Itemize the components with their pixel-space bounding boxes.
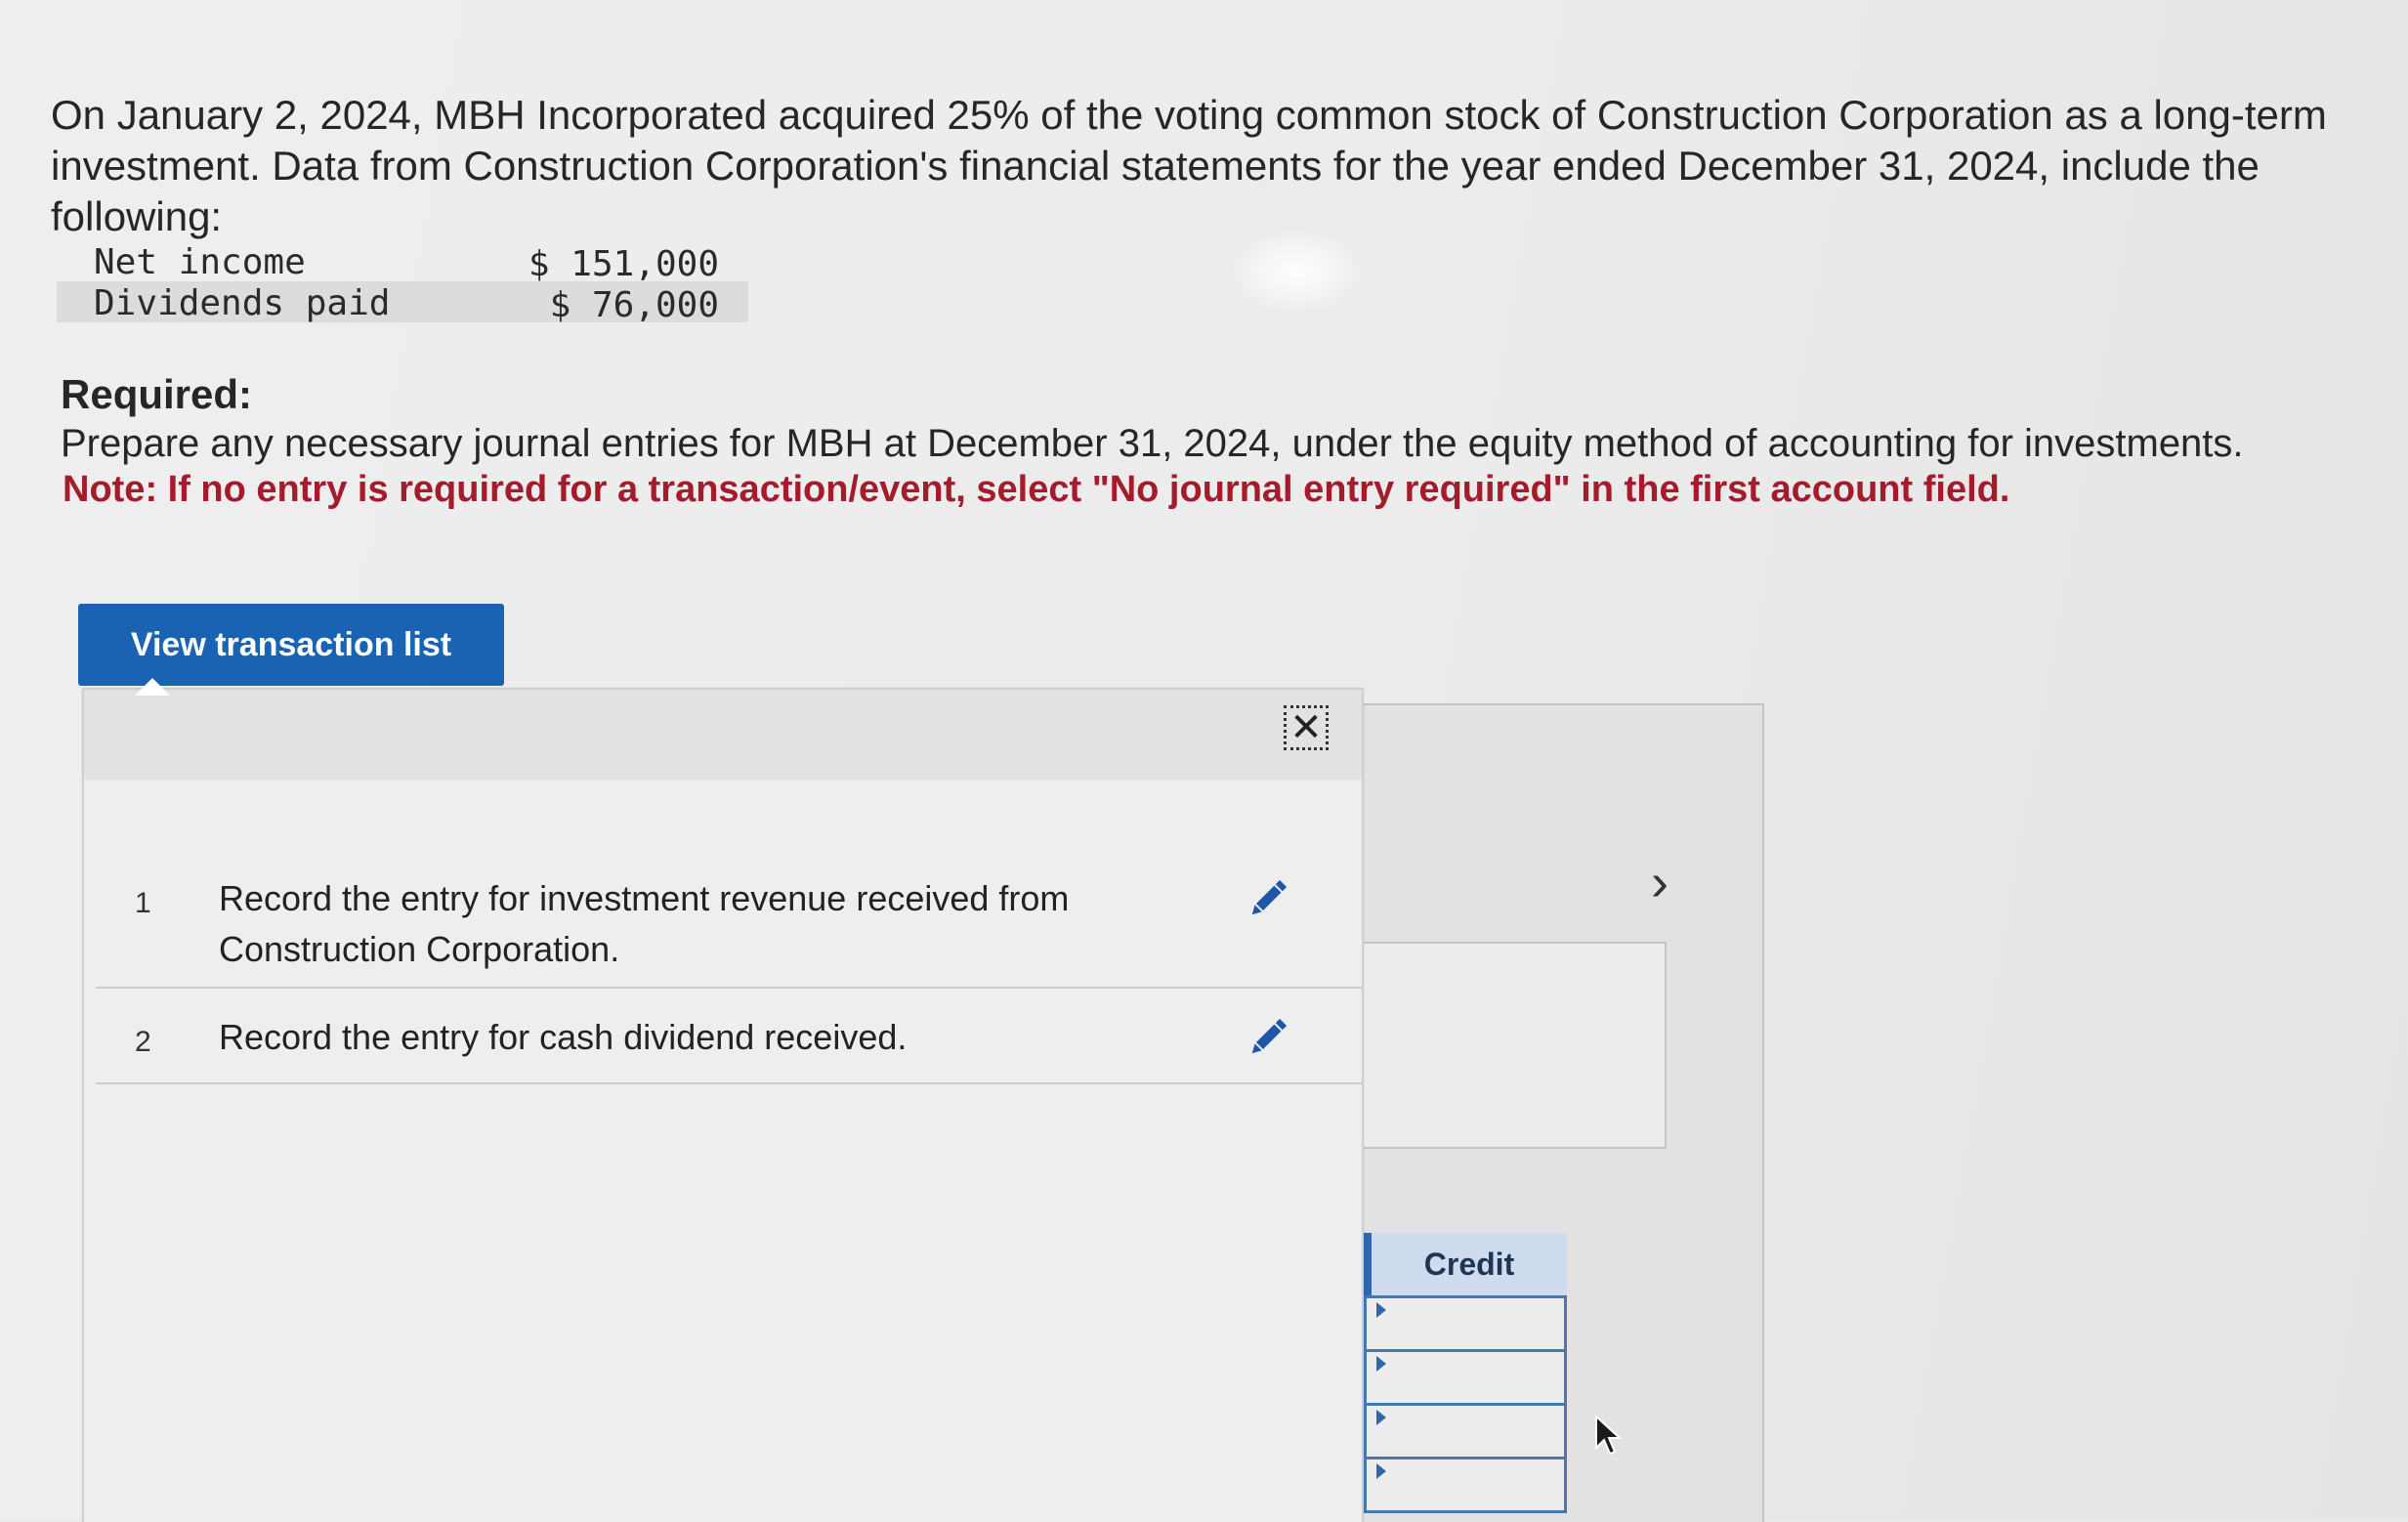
transaction-description: Record the entry for investment revenue … [219, 878, 1070, 969]
cell-marker-icon [1376, 1410, 1386, 1425]
required-note: Note: If no entry is required for a tran… [63, 469, 2010, 510]
data-row-net-income: Net income $ 151,000 [57, 240, 748, 284]
financial-data-table: Net income $ 151,000 Dividends paid $ 76… [57, 240, 748, 325]
data-label: Dividends paid [94, 283, 391, 323]
transaction-row[interactable]: 1 Record the entry for investment revenu… [96, 866, 1362, 989]
required-text: Prepare any necessary journal entries fo… [61, 422, 2244, 465]
view-transaction-list-button[interactable]: View transaction list [78, 604, 504, 686]
cell-marker-icon [1376, 1302, 1386, 1318]
data-value: $ 76,000 [549, 285, 719, 325]
data-value: $ 151,000 [528, 244, 719, 284]
screen-glare [1233, 233, 1360, 311]
transaction-number: 1 [135, 887, 151, 919]
pencil-edit-icon[interactable] [1245, 875, 1291, 922]
close-icon[interactable]: ✕ [1284, 705, 1329, 750]
data-label: Net income [94, 242, 306, 282]
popup-pointer [135, 678, 170, 696]
cell-marker-icon [1376, 1356, 1386, 1372]
credit-column-header: Credit [1364, 1233, 1567, 1295]
transaction-row[interactable]: 2 Record the entry for cash dividend rec… [96, 989, 1362, 1084]
transaction-list-popup: ✕ 1 Record the entry for investment reve… [82, 688, 1364, 1522]
credit-column [1364, 1295, 1567, 1513]
credit-input-cell[interactable] [1364, 1406, 1567, 1459]
worksheet-inner-box [1360, 942, 1667, 1149]
credit-input-cell[interactable] [1364, 1352, 1567, 1406]
credit-header-label: Credit [1372, 1233, 1567, 1295]
mouse-cursor-icon [1595, 1415, 1622, 1456]
data-row-dividends-paid: Dividends paid $ 76,000 [57, 281, 748, 325]
transaction-number: 2 [135, 1026, 151, 1058]
chevron-right-icon[interactable]: › [1651, 856, 1669, 909]
credit-input-cell[interactable] [1364, 1295, 1567, 1352]
credit-input-cell[interactable] [1364, 1459, 1567, 1513]
pencil-edit-icon[interactable] [1245, 1014, 1291, 1061]
problem-intro: On January 2, 2024, MBH Incorporated acq… [51, 92, 2327, 239]
popup-header [84, 690, 1362, 780]
transaction-description: Record the entry for cash dividend recei… [219, 1017, 908, 1057]
required-title: Required: [61, 371, 253, 417]
cell-marker-icon [1376, 1463, 1386, 1479]
